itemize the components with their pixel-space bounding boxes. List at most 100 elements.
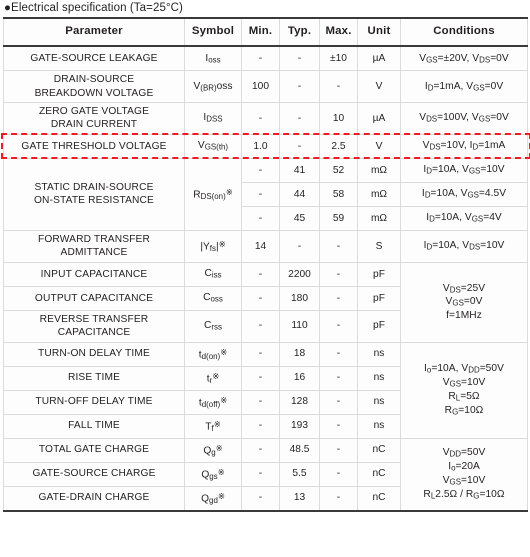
cell-symbol: |Yfs|※ <box>184 229 242 263</box>
cell-conditions: ID=1mA, VGS=0V <box>400 70 528 103</box>
cell-max: - <box>319 309 358 343</box>
cell-parameter: OUTPUT CAPACITANCE <box>3 285 185 311</box>
cell-symbol: td(off)※ <box>184 389 242 415</box>
cell-typ: 193 <box>279 413 320 439</box>
cell-max: 2.5 <box>319 133 358 159</box>
cell-parameter: REVERSE TRANSFER CAPACITANCE <box>3 309 185 343</box>
cell-conditions: VDS=25V VGS=0V f=1MHz <box>400 261 528 343</box>
cell-conditions: ID=10A, VGS=10V <box>400 157 528 183</box>
cell-typ: - <box>279 45 320 72</box>
cell-unit: ns <box>357 413 401 439</box>
cell-max: 58 <box>319 181 358 207</box>
cell-typ: 45 <box>279 205 320 231</box>
cell-conditions: ID=10A, VDS=10V <box>400 229 528 263</box>
cell-unit: ns <box>357 341 401 367</box>
cell-parameter: TURN-OFF DELAY TIME <box>3 389 185 415</box>
cell-typ: 5.5 <box>279 461 320 487</box>
cell-unit: V <box>357 70 401 103</box>
cell-symbol: Qgs※ <box>184 461 242 487</box>
cell-conditions: ID=10A, VGS=4V <box>400 205 528 231</box>
cell-parameter: GATE-SOURCE LEAKAGE <box>3 45 185 72</box>
cell-symbol: VGS(th) <box>184 133 242 159</box>
cell-min: - <box>241 485 280 512</box>
cell-typ: 110 <box>279 309 320 343</box>
cell-parameter: DRAIN-SOURCE BREAKDOWN VOLTAGE <box>3 70 185 103</box>
cell-min: - <box>241 461 280 487</box>
cell-typ: - <box>279 133 320 159</box>
cell-typ: 41 <box>279 157 320 183</box>
table-row: GATE-SOURCE LEAKAGE Ioss - - ±10 µA VGS=±20V, … <box>3 45 528 72</box>
cell-parameter: STATIC DRAIN-SOURCE ON-STATE RESISTANCE <box>3 157 185 231</box>
cell-symbol: IDSS <box>184 101 242 135</box>
cell-conditions: VDD=50V Io=20A VGS=10V RL2.5Ω / RG=10Ω <box>400 437 528 512</box>
cell-symbol: Ioss <box>184 45 242 72</box>
column-header-typ: Typ. <box>279 18 320 48</box>
cell-max: - <box>319 285 358 311</box>
cell-typ: 44 <box>279 181 320 207</box>
cell-max: - <box>319 389 358 415</box>
cell-conditions: VDS=100V, VGS=0V <box>400 101 528 135</box>
column-header-conditions: Conditions <box>400 18 528 48</box>
cell-typ: 16 <box>279 365 320 391</box>
cell-unit: pF <box>357 285 401 311</box>
table-row: FORWARD TRANSFER ADMITTANCE |Yfs|※ 14- - S ID=… <box>3 229 528 263</box>
cell-symbol: Crss <box>184 309 242 343</box>
cell-unit: nC <box>357 437 401 463</box>
cell-typ: 13 <box>279 485 320 512</box>
cell-min: - <box>241 365 280 391</box>
cell-unit: mΩ <box>357 205 401 231</box>
cell-min: - <box>241 341 280 367</box>
cell-max: - <box>319 413 358 439</box>
table-header: Parameter Symbol Min. Typ. Max. Unit Con… <box>3 18 528 48</box>
cell-max: ±10 <box>319 45 358 72</box>
electrical-specification-table: Parameter Symbol Min. Typ. Max. Unit Con… <box>3 17 528 512</box>
cell-max: - <box>319 229 358 263</box>
cell-min: 1.0 <box>241 133 280 159</box>
cell-conditions: ID=10A, VGS=4.5V <box>400 181 528 207</box>
cell-min: - <box>241 157 280 183</box>
cell-symbol: Qg※ <box>184 437 242 463</box>
cell-parameter: ZERO GATE VOLTAGE DRAIN CURRENT <box>3 101 185 135</box>
column-header-symbol: Symbol <box>184 18 242 48</box>
cell-max: 59 <box>319 205 358 231</box>
header-row: Parameter Symbol Min. Typ. Max. Unit Con… <box>3 18 528 48</box>
cell-min: - <box>241 205 280 231</box>
cell-typ: - <box>279 229 320 263</box>
table-row: INPUT CAPACITANCE Ciss -2200- pF VDS=25V VGS=… <box>3 261 528 343</box>
cell-symbol: V(BR)oss <box>184 70 242 103</box>
cell-min: - <box>241 101 280 135</box>
cell-unit: nC <box>357 461 401 487</box>
cell-max: - <box>319 341 358 367</box>
cell-unit: pF <box>357 261 401 287</box>
cell-min: - <box>241 285 280 311</box>
table-row: GATE THRESHOLD VOLTAGE VGS(th) 1.0-2.5 V VDS… <box>3 133 528 159</box>
cell-min: - <box>241 309 280 343</box>
cell-symbol: RDS(on)※ <box>184 157 242 231</box>
cell-unit: ns <box>357 365 401 391</box>
cell-max: - <box>319 70 358 103</box>
cell-unit: mΩ <box>357 181 401 207</box>
cell-typ: 180 <box>279 285 320 311</box>
cell-max: - <box>319 461 358 487</box>
cell-symbol: td(on)※ <box>184 341 242 367</box>
cell-symbol: Qgd※ <box>184 485 242 512</box>
column-header-max: Max. <box>319 18 358 48</box>
table-body: GATE-SOURCE LEAKAGE Ioss - - ±10 µA VGS=±20V, … <box>3 45 528 512</box>
cell-unit: nC <box>357 485 401 512</box>
cell-max: - <box>319 365 358 391</box>
cell-symbol: Coss <box>184 285 242 311</box>
cell-parameter: FALL TIME <box>3 413 185 439</box>
cell-symbol: tr※ <box>184 365 242 391</box>
cell-unit: pF <box>357 309 401 343</box>
cell-conditions: VDS=10V, ID=1mA <box>400 133 528 159</box>
cell-unit: V <box>357 133 401 159</box>
cell-unit: mΩ <box>357 157 401 183</box>
cell-min: - <box>241 181 280 207</box>
cell-min: - <box>241 413 280 439</box>
cell-max: 52 <box>319 157 358 183</box>
section-caption: ●Electrical specification (Ta=25°C) <box>0 0 530 17</box>
cell-typ: - <box>279 101 320 135</box>
cell-parameter: INPUT CAPACITANCE <box>3 261 185 287</box>
cell-typ: 48.5 <box>279 437 320 463</box>
caption-text: ●Electrical specification (Ta=25°C) <box>4 2 183 14</box>
